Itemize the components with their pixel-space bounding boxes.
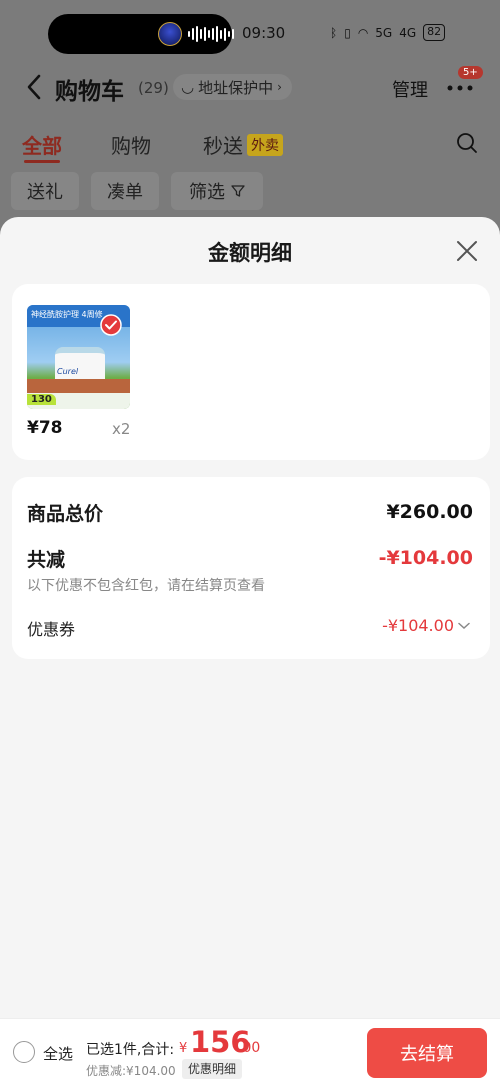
background-page: 09:30 ᛒ ▯ ◠ 5G 4G 82 购物车 (29) ◡ 地址保护中 › … (0, 0, 500, 230)
address-protect-label: 地址保护中 (198, 78, 274, 97)
product-price: ¥78 (27, 418, 63, 438)
total-label: 商品总价 (27, 503, 104, 525)
bluetooth-icon: ᛒ (330, 25, 338, 40)
price-detail-sheet: 金额明细 神经酰胺护理 4周修 Curel 130 ¥78 x2 商品总价 ¥2… (0, 217, 500, 1085)
tab-all[interactable]: 全部 (22, 130, 62, 159)
checkout-button[interactable]: 去结算 (367, 1028, 487, 1078)
image-price-tag: 130 (27, 394, 56, 405)
tab-instant-label: 秒送 (203, 134, 243, 158)
tab-shopping[interactable]: 购物 (111, 130, 151, 159)
total-value: ¥260.00 (386, 501, 473, 523)
select-all-radio[interactable] (13, 1041, 35, 1063)
tab-underline (24, 160, 60, 163)
product-card: 神经酰胺护理 4周修 Curel 130 ¥78 x2 (12, 284, 490, 460)
signal-4g-icon: 4G (399, 25, 417, 40)
wifi-icon: ◠ (357, 25, 369, 40)
manage-button[interactable]: 管理 (392, 76, 428, 102)
filter-screen[interactable]: 筛选 (171, 172, 263, 210)
search-icon[interactable] (456, 132, 478, 154)
back-arrow-icon[interactable] (26, 74, 42, 100)
smile-icon: ◡ (181, 78, 195, 96)
coupon-label: 优惠券 (27, 620, 76, 639)
status-bar: 09:30 ᛒ ▯ ◠ 5G 4G 82 (0, 0, 500, 66)
audio-wave-icon (188, 26, 234, 42)
filter-gift[interactable]: 送礼 (11, 172, 79, 210)
funnel-icon (231, 185, 245, 197)
product-quantity: x2 (112, 420, 131, 438)
clock: 09:30 (242, 24, 286, 42)
summary-card: 商品总价 ¥260.00 共减 -¥104.00 以下优惠不包含红包，请在结算页… (12, 477, 490, 659)
filter-bar: 送礼 凑单 筛选 (0, 172, 500, 210)
image-banner-text: 神经酰胺护理 4周修 (31, 310, 103, 319)
filter-screen-label: 筛选 (189, 182, 225, 203)
checked-icon[interactable] (100, 314, 122, 336)
brand-logo: Curel (57, 367, 79, 376)
reduction-value: -¥104.00 (378, 547, 473, 569)
sheet-title: 金额明细 (208, 241, 292, 265)
discount-summary: 优惠减:¥104.00 (86, 1064, 176, 1078)
reduction-label: 共减 (27, 549, 66, 571)
chevron-down-icon (458, 622, 470, 629)
coupon-row-toggle[interactable]: -¥104.00 (382, 616, 470, 635)
tab-bar: 全部 购物 秒送 外卖 (0, 122, 500, 166)
battery-icon: 82 (423, 24, 446, 41)
notification-badge: 5+ (458, 66, 483, 79)
select-all-label[interactable]: 全选 (43, 1043, 73, 1064)
app-avatar-icon (158, 22, 182, 46)
tab-instant[interactable]: 秒送 外卖 (203, 130, 283, 159)
filter-bundle[interactable]: 凑单 (91, 172, 159, 210)
image-fence (27, 379, 130, 393)
discount-detail-button[interactable]: 优惠明细 (182, 1059, 243, 1079)
reduction-note: 以下优惠不包含红包，请在结算页查看 (27, 578, 265, 594)
coupon-value: -¥104.00 (382, 616, 454, 635)
chevron-right-icon: › (277, 80, 282, 94)
close-icon[interactable] (455, 239, 479, 263)
signal-5g-icon: 5G (375, 25, 393, 40)
checkout-bar: 全选 已选1件,合计: ¥ 156 .00 优惠减:¥104.00 优惠明细 去… (0, 1018, 500, 1085)
vibrate-icon: ▯ (344, 25, 351, 40)
nav-bar: 购物车 (29) ◡ 地址保护中 › 管理 5+ (0, 66, 500, 110)
total-currency: ¥ (179, 1041, 188, 1056)
dynamic-island (48, 14, 234, 54)
more-dots-icon[interactable] (446, 82, 474, 94)
cart-count: (29) (138, 79, 169, 97)
selected-summary: 已选1件,合计: (86, 1042, 175, 1058)
takeout-tag: 外卖 (247, 134, 283, 156)
page-title: 购物车 (55, 79, 124, 105)
address-protect-pill[interactable]: ◡ 地址保护中 › (173, 74, 292, 100)
status-icons: ᛒ ▯ ◠ 5G 4G 82 (330, 24, 446, 41)
total-amount-decimal: .00 (238, 1040, 261, 1056)
